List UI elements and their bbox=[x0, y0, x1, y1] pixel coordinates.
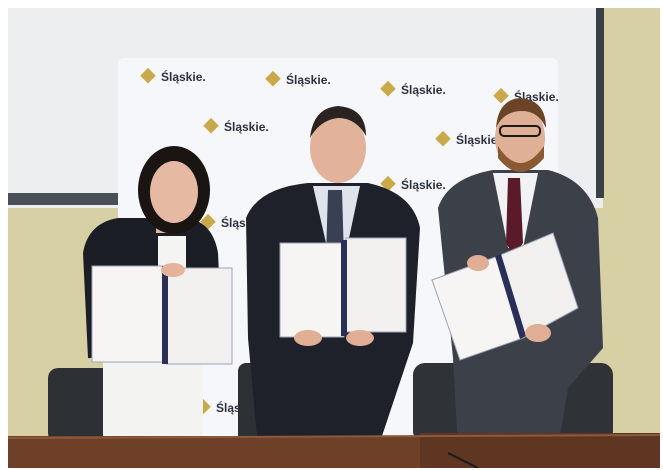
svg-text:Śląskie.: Śląskie. bbox=[161, 69, 206, 84]
document-center bbox=[279, 237, 407, 338]
whiteboard-frame bbox=[8, 193, 123, 205]
hand bbox=[161, 263, 185, 277]
whiteboard-side-frame bbox=[596, 8, 604, 198]
svg-text:Śląskie.: Śląskie. bbox=[224, 119, 269, 134]
table-right bbox=[420, 433, 660, 468]
hand bbox=[467, 255, 489, 271]
svg-text:Śląskie.: Śląskie. bbox=[401, 177, 446, 192]
document-left bbox=[91, 265, 233, 365]
hand bbox=[294, 330, 322, 346]
hand bbox=[346, 330, 374, 346]
svg-text:Śląskie.: Śląskie. bbox=[456, 132, 501, 147]
svg-text:Śląskie.: Śląskie. bbox=[286, 72, 331, 87]
svg-text:Śląskie.: Śląskie. bbox=[401, 82, 446, 97]
table-left bbox=[8, 436, 420, 468]
photo: Śląskie. Śląskie. Śląskie. Śląskie. Śląs… bbox=[8, 8, 660, 468]
hand bbox=[525, 324, 551, 342]
